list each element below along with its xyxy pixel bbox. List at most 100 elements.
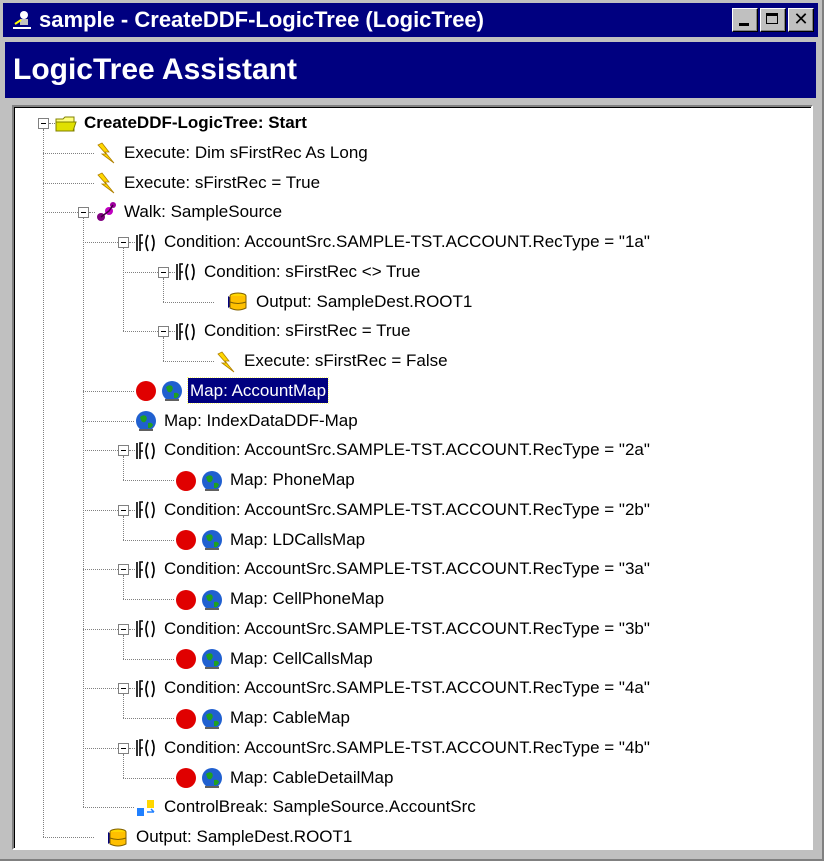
close-icon: ✕ xyxy=(793,9,809,30)
breakpoint-icon[interactable] xyxy=(134,379,158,403)
tree-node[interactable]: Condition: AccountSrc.SAMPLE-TST.ACCOUNT… xyxy=(14,674,809,703)
globe-icon xyxy=(134,409,158,433)
tree-connector xyxy=(83,807,134,809)
maximize-button[interactable] xyxy=(760,8,786,32)
tree-node[interactable]: Execute: sFirstRec = False xyxy=(14,347,809,376)
node-icons xyxy=(174,319,198,344)
node-icons xyxy=(134,617,158,642)
breakpoint-icon[interactable] xyxy=(174,588,198,612)
tree-node-label[interactable]: Map: CellCallsMap xyxy=(228,646,375,671)
tree-node-label[interactable]: Condition: AccountSrc.SAMPLE-TST.ACCOUNT… xyxy=(162,497,652,522)
tree-node[interactable]: Execute: sFirstRec = True xyxy=(14,169,809,198)
tree-node-label[interactable]: Condition: AccountSrc.SAMPLE-TST.ACCOUNT… xyxy=(162,616,652,641)
globe-icon xyxy=(200,647,224,671)
tree-connector xyxy=(123,480,174,481)
close-button[interactable]: ✕ xyxy=(788,8,814,32)
title-bar[interactable]: sample - CreateDDF-LogicTree (LogicTree)… xyxy=(3,3,818,37)
breakpoint-icon[interactable] xyxy=(174,647,198,671)
tree-connector xyxy=(83,688,118,690)
tree-node-label[interactable]: Execute: sFirstRec = True xyxy=(122,170,322,195)
tree-node-label[interactable]: Walk: SampleSource xyxy=(122,199,284,224)
tree-connector xyxy=(83,628,118,630)
if-icon xyxy=(134,498,158,522)
tree-node[interactable]: Map: CellPhoneMap xyxy=(14,585,809,614)
tree-node[interactable]: Condition: AccountSrc.SAMPLE-TST.ACCOUNT… xyxy=(14,615,809,644)
tree-node[interactable]: Condition: sFirstRec <> True xyxy=(14,258,809,287)
tree-node-label[interactable]: Map: AccountMap xyxy=(186,376,330,404)
globe-icon xyxy=(200,588,224,612)
tree-node[interactable]: Output: SampleDest.ROOT1 xyxy=(14,823,809,852)
tree-connector xyxy=(123,331,158,333)
logic-tree[interactable]: CreateDDF-LogicTree: Start Execute: Dim s… xyxy=(14,107,811,848)
tree-node[interactable]: Output: SampleDest.ROOT1 xyxy=(14,288,809,317)
collapse-toggle-icon[interactable] xyxy=(118,445,129,457)
collapse-toggle-icon[interactable] xyxy=(118,504,129,516)
collapse-toggle-icon[interactable] xyxy=(158,326,169,338)
database-icon xyxy=(106,826,130,850)
node-icons xyxy=(134,379,184,404)
node-icons xyxy=(134,230,158,255)
tree-node-label[interactable]: ControlBreak: SampleSource.AccountSrc xyxy=(162,794,478,819)
tree-node-label[interactable]: Map: IndexDataDDF-Map xyxy=(162,408,360,433)
collapse-toggle-icon[interactable] xyxy=(118,683,129,695)
breakpoint-icon[interactable] xyxy=(174,469,198,493)
tree-node-label[interactable]: Condition: sFirstRec <> True xyxy=(202,259,422,284)
tree-node[interactable]: Execute: Dim sFirstRec As Long xyxy=(14,139,809,168)
tree-node[interactable]: Condition: AccountSrc.SAMPLE-TST.ACCOUNT… xyxy=(14,496,809,525)
tree-node[interactable]: Map: CableDetailMap xyxy=(14,764,809,793)
logic-tree-panel[interactable]: CreateDDF-LogicTree: Start Execute: Dim s… xyxy=(12,105,813,850)
collapse-toggle-icon[interactable] xyxy=(118,564,129,576)
breakpoint-icon[interactable] xyxy=(174,528,198,552)
breakpoint-icon[interactable] xyxy=(174,707,198,731)
tree-node-label[interactable]: Condition: AccountSrc.SAMPLE-TST.ACCOUNT… xyxy=(162,229,652,254)
tree-node-label[interactable]: Execute: sFirstRec = False xyxy=(242,348,450,373)
tree-connector xyxy=(123,658,174,660)
collapse-toggle-icon[interactable] xyxy=(118,623,129,635)
tree-node-label[interactable]: Output: SampleDest.ROOT1 xyxy=(254,289,474,314)
tree-node-label[interactable]: Map: CableDetailMap xyxy=(228,765,395,790)
collapse-toggle-icon[interactable] xyxy=(118,237,129,248)
collapse-toggle-icon[interactable] xyxy=(158,266,169,278)
tree-node[interactable]: Condition: AccountSrc.SAMPLE-TST.ACCOUNT… xyxy=(14,734,809,763)
tree-node-label[interactable]: Map: PhoneMap xyxy=(228,467,357,492)
tree-node-label[interactable]: Condition: sFirstRec = True xyxy=(202,318,412,343)
node-icons xyxy=(174,468,224,493)
tree-node[interactable]: Condition: AccountSrc.SAMPLE-TST.ACCOUNT… xyxy=(14,228,809,257)
tree-node[interactable]: Map: AccountMap xyxy=(14,376,809,406)
logictree-window: sample - CreateDDF-LogicTree (LogicTree)… xyxy=(0,0,824,861)
node-icons xyxy=(214,349,238,374)
if-icon xyxy=(174,260,198,284)
tree-node[interactable]: Condition: sFirstRec = True xyxy=(14,317,809,346)
tree-node[interactable]: CreateDDF-LogicTree: Start xyxy=(14,109,809,138)
tree-node-label[interactable]: Map: CableMap xyxy=(228,705,352,730)
node-icons xyxy=(174,647,224,672)
tree-node[interactable]: Map: PhoneMap xyxy=(14,466,809,495)
controlbreak-icon xyxy=(134,796,158,820)
collapse-toggle-icon[interactable] xyxy=(38,118,49,129)
tree-node-label[interactable]: Output: SampleDest.ROOT1 xyxy=(134,824,354,849)
collapse-toggle-icon[interactable] xyxy=(118,742,129,754)
tree-connector xyxy=(83,450,118,452)
tree-node-label[interactable]: Condition: AccountSrc.SAMPLE-TST.ACCOUNT… xyxy=(162,675,652,700)
tree-node[interactable]: Map: CableMap xyxy=(14,704,809,733)
tree-node[interactable]: ControlBreak: SampleSource.AccountSrc xyxy=(14,793,809,822)
minimize-button[interactable] xyxy=(732,8,758,32)
tree-node-label[interactable]: CreateDDF-LogicTree: Start xyxy=(82,110,309,135)
tree-node[interactable]: Map: LDCallsMap xyxy=(14,526,809,555)
breakpoint-icon[interactable] xyxy=(174,766,198,790)
tree-node[interactable]: Condition: AccountSrc.SAMPLE-TST.ACCOUNT… xyxy=(14,436,809,465)
tree-connector xyxy=(83,420,134,422)
tree-node-label[interactable]: Map: LDCallsMap xyxy=(228,527,367,552)
tree-connector xyxy=(163,301,214,303)
tree-node-label[interactable]: Condition: AccountSrc.SAMPLE-TST.ACCOUNT… xyxy=(162,437,652,462)
tree-node[interactable]: Walk: SampleSource xyxy=(14,198,809,227)
tree-node-label[interactable]: Condition: AccountSrc.SAMPLE-TST.ACCOUNT… xyxy=(162,556,652,581)
tree-node-label[interactable]: Condition: AccountSrc.SAMPLE-TST.ACCOUNT… xyxy=(162,735,652,760)
tree-connector xyxy=(43,837,94,838)
tree-node-label[interactable]: Map: CellPhoneMap xyxy=(228,586,386,611)
tree-node[interactable]: Map: IndexDataDDF-Map xyxy=(14,407,809,436)
tree-node-label[interactable]: Execute: Dim sFirstRec As Long xyxy=(122,140,370,165)
tree-node[interactable]: Condition: AccountSrc.SAMPLE-TST.ACCOUNT… xyxy=(14,555,809,584)
tree-node[interactable]: Map: CellCallsMap xyxy=(14,645,809,674)
collapse-toggle-icon[interactable] xyxy=(78,207,89,219)
